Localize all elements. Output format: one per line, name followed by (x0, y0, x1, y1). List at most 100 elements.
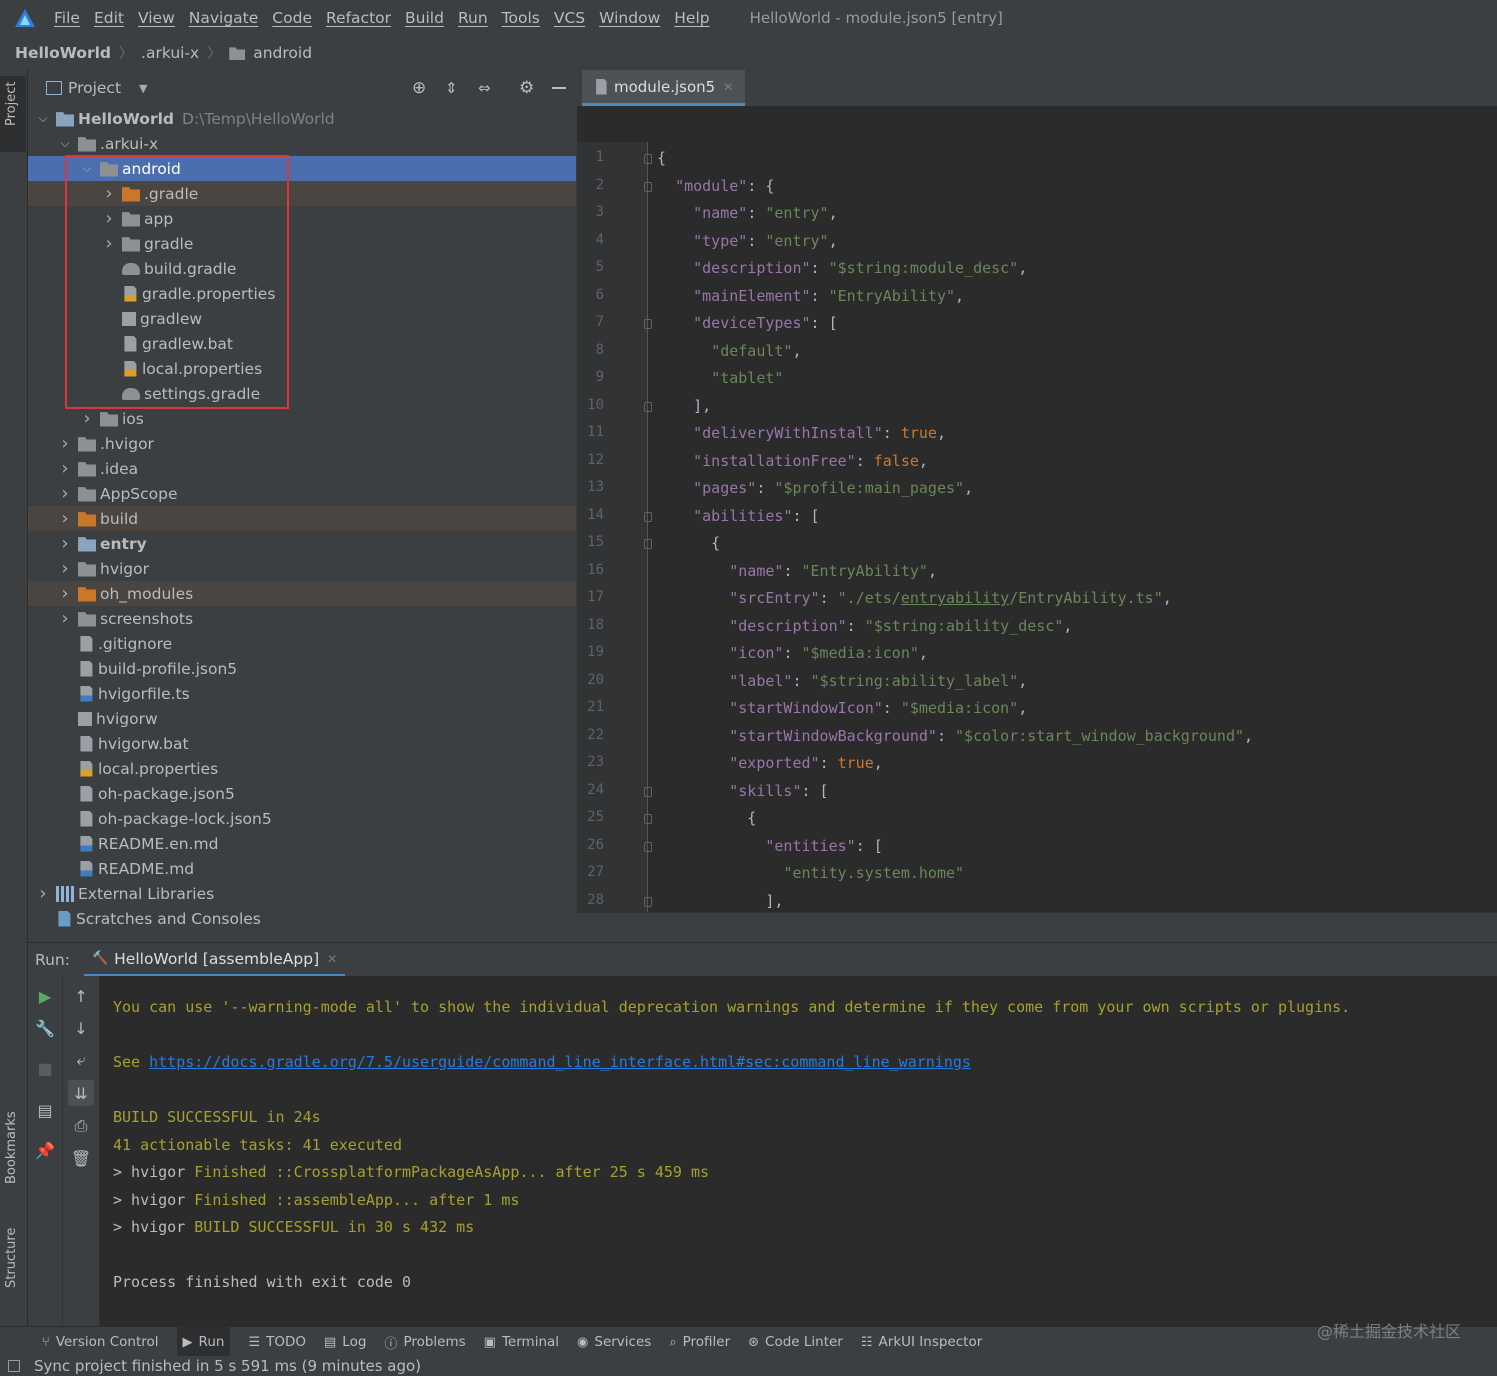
menu-refactor[interactable]: Refactor (326, 9, 391, 27)
chevron-down-icon[interactable]: ⌵ (58, 136, 72, 151)
breadcrumb-arkui-x[interactable]: .arkui-x (141, 44, 199, 62)
chevron-right-icon[interactable]: › (58, 533, 72, 554)
tree-item[interactable]: › hvigor (28, 556, 576, 581)
tree-item[interactable]: › oh_modules (28, 581, 576, 606)
scroll-to-end-icon[interactable]: ⇊ (68, 1080, 94, 1106)
menu-window[interactable]: Window (599, 9, 660, 27)
breadcrumb-project[interactable]: HelloWorld (15, 44, 111, 62)
tree-item[interactable]: build-profile.json5 (28, 656, 576, 681)
close-icon[interactable]: ✕ (723, 80, 733, 94)
menu-build[interactable]: Build (405, 9, 444, 27)
tool-terminal[interactable]: ▣ Terminal (484, 1334, 559, 1350)
structure-tool-tab[interactable]: Structure (4, 1228, 19, 1288)
chevron-right-icon[interactable]: › (58, 458, 72, 479)
tool-profiler[interactable]: ⌕ Profiler (669, 1334, 730, 1350)
hide-panel-icon[interactable] (552, 87, 566, 89)
run-console[interactable]: You can use '--warning-mode all' to show… (100, 976, 1497, 1326)
tool-run[interactable]: ▶ Run (176, 1327, 231, 1357)
tree-item[interactable]: › build (28, 506, 576, 531)
code-editor[interactable]: 1 2 3 4 5 6 7 8 9 10 11 12 13 14 15 16 17 18 19 20 21 22 23 24 2… (577, 142, 1497, 912)
trash-icon[interactable]: 🗑 (71, 1148, 91, 1168)
tree-item[interactable]: › screenshots (28, 606, 576, 631)
dropdown-arrow-icon[interactable]: ▼ (139, 82, 147, 95)
tree-item[interactable]: hvigorw.bat (28, 731, 576, 756)
bookmarks-tool-tab[interactable]: Bookmarks (4, 1111, 19, 1184)
up-arrow-icon[interactable]: ↑ (71, 986, 91, 1006)
status-layout-icon[interactable] (8, 1360, 20, 1372)
tool-log[interactable]: ▤ Log (324, 1334, 366, 1350)
menu-edit[interactable]: Edit (94, 9, 124, 27)
wrench-icon[interactable]: 🔧 (35, 1018, 55, 1038)
fold-marker-icon[interactable] (644, 896, 652, 907)
chevron-right-icon[interactable]: › (36, 883, 50, 904)
tree-item[interactable]: › .hvigor (28, 431, 576, 456)
chevron-right-icon[interactable]: › (58, 433, 72, 454)
chevron-right-icon[interactable]: › (58, 608, 72, 629)
tree-item[interactable]: README.md (28, 856, 576, 881)
expand-all-icon[interactable]: ⇕ (445, 79, 458, 97)
soft-wrap-icon[interactable]: ⤶ (71, 1050, 91, 1070)
menu-view[interactable]: View (138, 9, 175, 27)
tree-item[interactable]: › External Libraries (28, 881, 576, 906)
tool-problems[interactable]: ⓘ Problems (384, 1333, 465, 1352)
fold-marker-icon[interactable] (644, 319, 652, 329)
tree-item-label: build-profile.json5 (98, 659, 238, 678)
collapse-all-icon[interactable]: ⇔ (478, 79, 491, 97)
fold-marker-icon[interactable] (644, 814, 652, 824)
chevron-down-icon[interactable]: ⌵ (36, 111, 50, 126)
close-icon[interactable]: ✕ (327, 952, 337, 966)
down-arrow-icon[interactable]: ↓ (71, 1018, 91, 1038)
menu-vcs[interactable]: VCS (554, 9, 585, 27)
menu-code[interactable]: Code (272, 9, 312, 27)
chevron-right-icon[interactable]: › (80, 408, 94, 429)
fold-marker-icon[interactable] (644, 786, 652, 797)
tool-arkui-inspector[interactable]: ☷ ArkUI Inspector (861, 1334, 982, 1350)
tree-item[interactable]: ⌵ HelloWorld D:\Temp\HelloWorld (28, 106, 576, 131)
fold-marker-icon[interactable] (644, 401, 652, 412)
menu-file[interactable]: File (54, 9, 80, 27)
print-icon[interactable]: ⎙ (71, 1116, 91, 1136)
tool-services[interactable]: ◉ Services (577, 1334, 651, 1350)
fold-marker-icon[interactable] (644, 154, 652, 164)
fold-marker-icon[interactable] (644, 511, 652, 522)
layout-icon[interactable]: ▤ (35, 1100, 55, 1120)
tree-item[interactable]: oh-package.json5 (28, 781, 576, 806)
tree-item[interactable]: local.properties (28, 756, 576, 781)
tree-item[interactable]: README.en.md (28, 831, 576, 856)
tool-todo[interactable]: ☰ TODO (248, 1334, 306, 1350)
breadcrumb-android[interactable]: android (253, 44, 312, 62)
menu-navigate[interactable]: Navigate (189, 9, 259, 27)
tree-item[interactable]: .gitignore (28, 631, 576, 656)
tool-code-linter[interactable]: ⊛ Code Linter (748, 1334, 843, 1350)
tree-item[interactable]: › entry (28, 531, 576, 556)
tree-item[interactable]: › ios (28, 406, 576, 431)
tree-item[interactable]: › .idea (28, 456, 576, 481)
tool-version-control[interactable]: ⑂ Version Control (42, 1334, 159, 1350)
rerun-icon[interactable]: ▶ (35, 986, 55, 1006)
locate-file-icon[interactable]: ⊕ (412, 78, 426, 98)
tree-item[interactable]: hvigorw (28, 706, 576, 731)
chevron-right-icon[interactable]: › (58, 483, 72, 504)
editor-tab-module-json5[interactable]: module.json5 ✕ (582, 70, 746, 106)
tree-item[interactable]: oh-package-lock.json5 (28, 806, 576, 831)
pin-icon[interactable]: 📌 (35, 1140, 55, 1160)
menu-help[interactable]: Help (674, 9, 709, 27)
chevron-right-icon[interactable]: › (58, 583, 72, 604)
tree-item[interactable]: › AppScope (28, 481, 576, 506)
menu-run[interactable]: Run (458, 9, 488, 27)
project-tool-tab[interactable]: Project (4, 82, 19, 126)
tree-item[interactable]: Scratches and Consoles (28, 906, 576, 931)
run-tab[interactable]: 🔨 HelloWorld [assembleApp] ✕ (83, 943, 346, 977)
fold-marker-icon[interactable] (644, 841, 652, 852)
stop-icon[interactable]: ■ (35, 1058, 55, 1078)
chevron-right-icon[interactable]: › (58, 508, 72, 529)
gear-icon[interactable]: ⚙ (519, 78, 534, 98)
menu-tools[interactable]: Tools (502, 9, 540, 27)
tree-item[interactable]: hvigorfile.ts (28, 681, 576, 706)
fold-marker-icon[interactable] (644, 539, 652, 549)
fold-marker-icon[interactable] (644, 181, 652, 192)
console-link[interactable]: https://docs.gradle.org/7.5/userguide/co… (149, 1053, 971, 1071)
chevron-right-icon[interactable]: › (58, 558, 72, 579)
project-view-selector[interactable]: Project (68, 79, 121, 97)
tree-item[interactable]: ⌵ .arkui-x (28, 131, 576, 156)
